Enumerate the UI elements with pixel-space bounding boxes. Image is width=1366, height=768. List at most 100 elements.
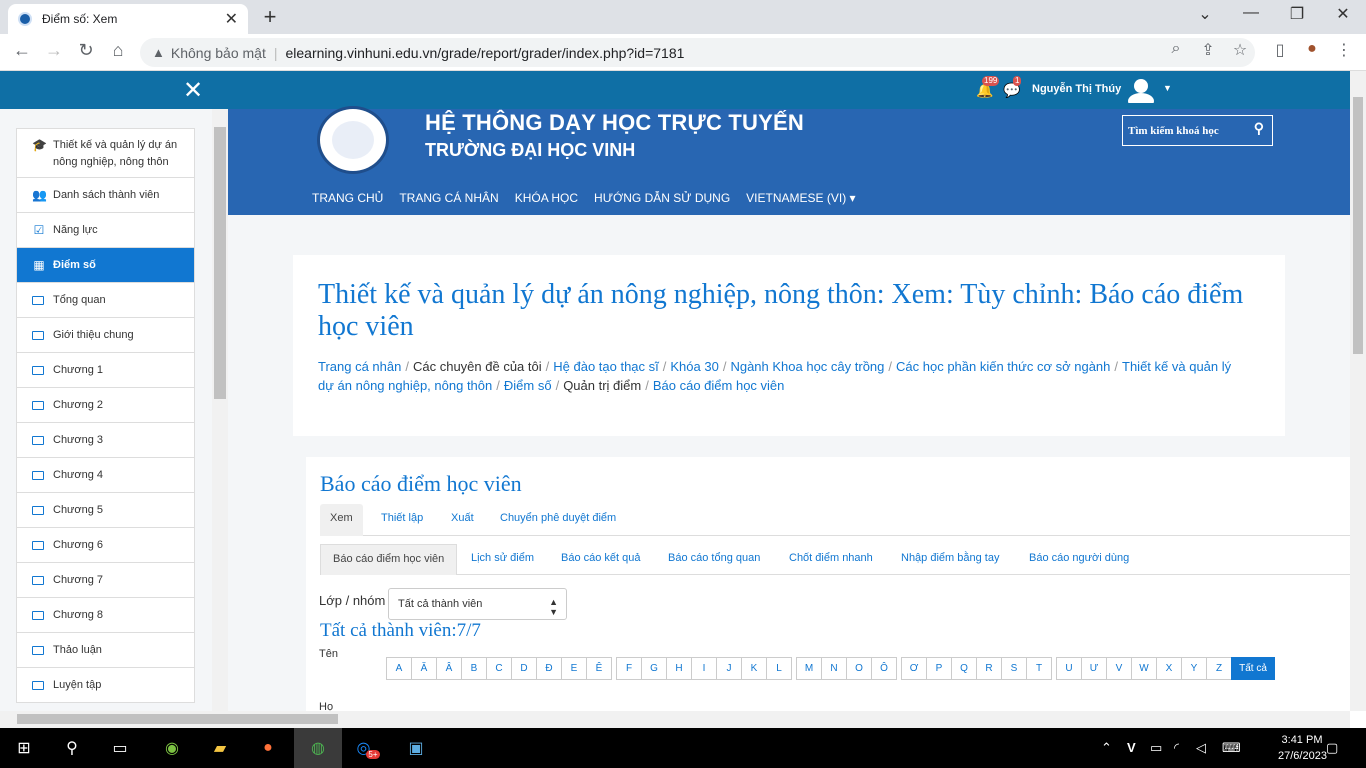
letter-filter-p[interactable]: P [926, 657, 952, 680]
letter-filter-y[interactable]: Y [1181, 657, 1207, 680]
reload-icon[interactable]: ↻ [74, 40, 98, 61]
sidebar-item-chuong-3[interactable]: Chương 3 [16, 423, 195, 458]
letter-filter-s[interactable]: S [1001, 657, 1027, 680]
search-icon[interactable]: ⚲ [1254, 121, 1264, 138]
letter-filter-j[interactable]: J [716, 657, 742, 680]
messages-icon[interactable]: 💬 1 [1003, 76, 1022, 99]
letter-filter-x[interactable]: X [1156, 657, 1182, 680]
letter-filter-i[interactable]: I [691, 657, 717, 680]
letter-filter-d[interactable]: Đ [536, 657, 562, 680]
letter-filter-n[interactable]: N [821, 657, 847, 680]
file-explorer-icon[interactable]: ▰ [196, 728, 244, 768]
letter-filter-h[interactable]: H [666, 657, 692, 680]
tab-chuyen-phe-duyet-diem[interactable]: Chuyển phê duyệt điểm [490, 504, 626, 536]
subtab-bao-cao-tong-quan[interactable]: Báo cáo tổng quan [656, 544, 772, 575]
letter-filter-v[interactable]: V [1106, 657, 1132, 680]
menu-item-vietnamese-vi[interactable]: VIETNAMESE (VI) ▾ [746, 191, 855, 205]
notification-bell-icon[interactable]: 🔔 199 [976, 76, 1000, 99]
group-select[interactable]: Tất cả thành viên ▲ ▼ [388, 588, 567, 620]
browser-tab[interactable]: Điểm số: Xem ✕ [8, 4, 248, 34]
subtab-nhap-diem-bang-tay[interactable]: Nhập điểm bằng tay [889, 544, 1011, 575]
breadcrumb-item[interactable]: Trang cá nhân [318, 359, 401, 374]
horizontal-scroll-thumb[interactable] [17, 714, 338, 724]
zoom-icon[interactable]: ⌕ [1164, 40, 1188, 58]
sidebar-item-nang-luc[interactable]: ☑ Năng lực [16, 213, 195, 248]
side-panel-icon[interactable]: ▯ [1268, 40, 1292, 60]
sidebar-item-thiet-ke-va-quan-ly-du-an-nong-nghiep-nong-thon[interactable]: 🎓 Thiết kế và quản lý dự án nông nghiệp, … [16, 128, 195, 178]
user-menu-caret-icon[interactable]: ▼ [1163, 83, 1172, 93]
omnibox[interactable]: ▲ Không bảo mật | elearning.vinhuni.edu.… [140, 38, 1255, 67]
tab-xuat[interactable]: Xuất [441, 504, 484, 536]
sidebar-item-chuong-1[interactable]: Chương 1 [16, 353, 195, 388]
back-icon[interactable]: ← [10, 40, 34, 61]
minimize-button[interactable]: — [1236, 4, 1266, 22]
tab-xem[interactable]: Xem [320, 504, 363, 536]
letter-filter-q[interactable]: Q [951, 657, 977, 680]
subtab-chot-diem-nhanh[interactable]: Chốt điểm nhanh [777, 544, 885, 575]
sidebar-item-chuong-2[interactable]: Chương 2 [16, 388, 195, 423]
menu-item-khoa-hoc[interactable]: KHÓA HỌC [515, 191, 578, 205]
chrome-icon[interactable]: ◍ [294, 728, 342, 768]
sidebar-item-tong-quan[interactable]: Tổng quan [16, 283, 195, 318]
menu-item-trang-ca-nhan[interactable]: TRANG CÁ NHÂN [399, 191, 498, 205]
breadcrumb-item[interactable]: Các học phần kiến thức cơ sở ngành [896, 359, 1110, 374]
sidebar-item-chuong-7[interactable]: Chương 7 [16, 563, 195, 598]
windows-start-icon[interactable]: ⊞ [0, 728, 48, 768]
letter-filter-r[interactable]: R [976, 657, 1002, 680]
user-avatar-icon[interactable] [1127, 77, 1155, 103]
close-tab-icon[interactable]: ✕ [225, 9, 238, 29]
new-tab-button[interactable]: + [258, 4, 282, 30]
sidebar-item-diem-so[interactable]: ▦ Điểm số [16, 248, 195, 283]
close-drawer-icon[interactable]: ✕ [183, 76, 203, 105]
sidebar-item-gioi-thieu-chung[interactable]: Giới thiệu chung [16, 318, 195, 353]
sidebar-item-chuong-6[interactable]: Chương 6 [16, 528, 195, 563]
battery-icon[interactable]: ▭ [1150, 740, 1162, 756]
course-search-input[interactable]: Tìm kiếm khoá học ⚲ [1122, 115, 1273, 146]
letter-filter-k[interactable]: K [741, 657, 767, 680]
forward-icon[interactable]: → [42, 40, 66, 61]
letter-filter-u[interactable]: Ư [1081, 657, 1107, 680]
breadcrumb-item[interactable]: Điểm số [504, 378, 552, 393]
notifications-center-icon[interactable]: ▢ [1326, 740, 1338, 756]
letter-filter-l[interactable]: L [766, 657, 792, 680]
breadcrumb-item[interactable]: Khóa 30 [670, 359, 718, 374]
subtab-bao-cao-nguoi-dung[interactable]: Báo cáo người dùng [1017, 544, 1141, 575]
letter-filter-f[interactable]: F [616, 657, 642, 680]
letter-filter-o[interactable]: Ơ [901, 657, 927, 680]
breadcrumb-item[interactable]: Hệ đào tạo thạc sĩ [553, 359, 659, 374]
bookmark-star-icon[interactable]: ☆ [1228, 40, 1252, 60]
subtab-bao-cao-ket-qua[interactable]: Báo cáo kết quả [549, 544, 653, 575]
restore-button[interactable]: ❐ [1282, 4, 1312, 24]
sidebar-item-danh-sach-thanh-vien[interactable]: 👥 Danh sách thành viên [16, 178, 195, 213]
letter-filter-a[interactable]: Ă [411, 657, 437, 680]
app-green-icon[interactable]: ◉ [148, 728, 196, 768]
sidebar-item-luyen-tap[interactable]: Luyện tập [16, 668, 195, 703]
volume-icon[interactable]: ◁ [1196, 740, 1206, 756]
tab-search-icon[interactable]: ⌄ [1190, 4, 1220, 24]
page-vertical-scrollbar[interactable] [1350, 71, 1366, 711]
letter-filter-t[interactable]: T [1026, 657, 1052, 680]
subtab-bao-cao-diem-hoc-vien[interactable]: Báo cáo điểm học viên [320, 544, 458, 575]
taskbar-search-icon[interactable]: ⚲ [48, 728, 96, 768]
sidebar-item-chuong-5[interactable]: Chương 5 [16, 493, 195, 528]
profile-avatar-icon[interactable]: ● [1300, 40, 1324, 58]
sidebar-scrollbar[interactable] [212, 109, 228, 711]
home-icon[interactable]: ⌂ [106, 40, 130, 61]
tray-chevron-icon[interactable]: ⌃ [1101, 740, 1112, 756]
page-horizontal-scrollbar[interactable] [0, 711, 1350, 728]
university-logo[interactable] [317, 106, 389, 174]
page-scroll-thumb[interactable] [1353, 97, 1363, 354]
sidebar-item-chuong-4[interactable]: Chương 4 [16, 458, 195, 493]
subtab-lich-su-diem[interactable]: Lịch sử điểm [459, 544, 546, 575]
letter-filter-d[interactable]: D [511, 657, 537, 680]
letter-filter-all[interactable]: Tất cả [1231, 657, 1275, 680]
firefox-icon[interactable]: ● [244, 728, 292, 768]
insecure-label[interactable]: Không bảo mật [171, 45, 266, 61]
photos-app-icon[interactable]: ▣ [392, 728, 440, 768]
letter-filter-b[interactable]: B [461, 657, 487, 680]
letter-filter-z[interactable]: Z [1206, 657, 1232, 680]
zalo-icon[interactable]: ◎ 5+ [344, 728, 392, 768]
letter-filter-e[interactable]: E [561, 657, 587, 680]
letter-filter-g[interactable]: G [641, 657, 667, 680]
input-language-indicator[interactable]: V [1127, 740, 1136, 755]
